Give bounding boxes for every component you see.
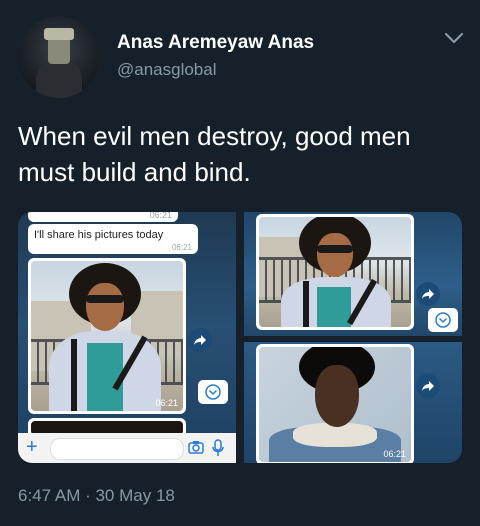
media-image-photo-closeup[interactable] <box>244 212 462 336</box>
message-time: 06:21 <box>155 398 178 408</box>
chat-input-bar: + <box>18 433 236 463</box>
photo-man-portrait <box>259 347 411 462</box>
photo-man-glasses <box>259 217 411 327</box>
scroll-down-button[interactable] <box>428 308 458 332</box>
forward-icon[interactable] <box>188 328 212 352</box>
forward-icon[interactable] <box>416 374 440 398</box>
tweet-timestamp[interactable]: 6:47 AM · 30 May 18 <box>18 486 175 506</box>
microphone-icon[interactable] <box>212 439 224 457</box>
forward-icon[interactable] <box>416 282 440 306</box>
chat-photo: 06:21 <box>256 344 414 463</box>
avatar-figure-hat <box>44 28 74 40</box>
chat-bubble-previous: 06:21 <box>28 212 178 222</box>
tweet-text: When evil men destroy, good men must bui… <box>18 121 411 187</box>
message-time: 06:21 <box>171 243 192 252</box>
chat-bubble-message: I'll share his pictures today 06:21 <box>28 224 198 254</box>
scroll-down-button[interactable] <box>198 380 228 404</box>
avatar-figure-body <box>36 58 82 98</box>
media-image-photo-portrait[interactable]: 06:21 <box>244 342 462 463</box>
chevron-down-icon[interactable] <box>443 30 465 46</box>
camera-icon[interactable] <box>188 440 204 454</box>
author-name[interactable]: Anas Aremeyaw Anas <box>117 32 314 54</box>
message-time: 06:21 <box>149 212 172 220</box>
chat-photo <box>256 214 414 330</box>
chat-photo[interactable]: 06:21 <box>28 258 186 414</box>
profile-avatar[interactable] <box>18 16 100 98</box>
chat-message-text: I'll share his pictures today <box>34 229 164 241</box>
author-handle[interactable]: @anasglobal <box>117 60 217 80</box>
message-input[interactable] <box>50 438 184 460</box>
plus-icon[interactable]: + <box>26 436 38 459</box>
photo-man-glasses <box>31 261 183 411</box>
media-image-chat[interactable]: 06:21 I'll share his pictures today 06:2… <box>18 212 236 463</box>
tweet-media-grid[interactable]: 06:21 I'll share his pictures today 06:2… <box>18 212 462 463</box>
message-time: 06:21 <box>383 449 406 459</box>
